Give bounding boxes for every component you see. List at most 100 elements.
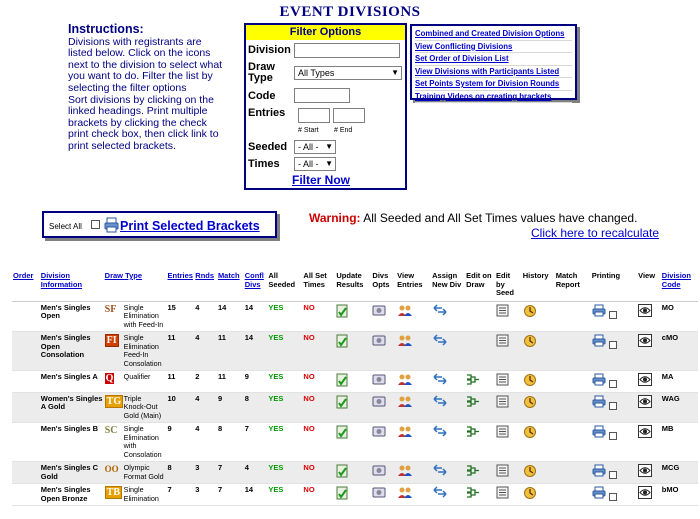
- division-options-icon[interactable]: [372, 373, 386, 389]
- filter-now-button[interactable]: Filter Now: [292, 173, 350, 187]
- entries-end-input[interactable]: [333, 108, 365, 123]
- move-arrows-icon[interactable]: [432, 425, 448, 440]
- seeded-select[interactable]: - All - ▼: [294, 140, 336, 154]
- update-results-icon[interactable]: [336, 425, 349, 442]
- table-row: Men's Singles Open SF Single Elimination w…: [12, 301, 698, 332]
- people-icon[interactable]: [397, 304, 413, 320]
- people-icon[interactable]: [397, 395, 413, 411]
- eye-icon[interactable]: [638, 334, 653, 350]
- header-division-information[interactable]: Division Information: [39, 271, 104, 302]
- eye-icon[interactable]: [638, 373, 653, 389]
- eye-icon[interactable]: [638, 486, 653, 502]
- chevron-down-icon: ▼: [325, 159, 333, 168]
- seed-edit-icon[interactable]: [496, 425, 509, 441]
- rnds-value: 2: [195, 372, 200, 381]
- bracket-draw-icon[interactable]: [466, 464, 480, 480]
- seed-edit-icon[interactable]: [496, 304, 509, 320]
- print-checkbox[interactable]: [608, 380, 617, 389]
- link-view-conflicting-divisions[interactable]: View Conflicting Divisions: [415, 41, 572, 53]
- link-combined-created-options[interactable]: Combined and Created Division Options: [415, 28, 572, 41]
- update-results-icon[interactable]: [336, 486, 349, 503]
- bracket-draw-icon[interactable]: [466, 486, 480, 502]
- print-checkbox[interactable]: [608, 310, 617, 319]
- update-results-icon[interactable]: [336, 373, 349, 390]
- header-division-code[interactable]: Division Code: [660, 271, 698, 302]
- print-checkbox[interactable]: [608, 401, 617, 410]
- entries-start-input[interactable]: [298, 108, 330, 123]
- history-icon[interactable]: [523, 486, 537, 503]
- history-icon[interactable]: [523, 425, 537, 442]
- header-draw-type[interactable]: Draw Type: [103, 271, 167, 302]
- history-icon[interactable]: [523, 334, 537, 351]
- division-options-icon[interactable]: [372, 486, 386, 502]
- division-options-icon[interactable]: [372, 464, 386, 480]
- bracket-draw-icon[interactable]: [466, 373, 480, 389]
- move-arrows-icon[interactable]: [432, 303, 448, 319]
- printer-icon[interactable]: [592, 304, 606, 320]
- division-filter-input[interactable]: [294, 43, 400, 58]
- print-checkbox[interactable]: [608, 341, 617, 350]
- division-options-icon[interactable]: [372, 395, 386, 411]
- people-icon[interactable]: [397, 464, 413, 480]
- header-rnds[interactable]: Rnds: [194, 271, 217, 302]
- header-match[interactable]: Match: [216, 271, 244, 302]
- seed-edit-icon[interactable]: [496, 395, 509, 411]
- all-seeded-value: YES: [268, 302, 284, 312]
- header-order[interactable]: Order: [12, 271, 40, 302]
- division-options-icon[interactable]: [372, 304, 386, 320]
- seed-edit-icon[interactable]: [496, 464, 509, 480]
- division-options-icon[interactable]: [372, 425, 386, 441]
- bracket-draw-icon[interactable]: [466, 395, 480, 411]
- update-results-icon[interactable]: [336, 304, 349, 321]
- print-checkbox[interactable]: [608, 432, 617, 441]
- all-seeded-value: YES: [268, 485, 284, 494]
- seed-edit-icon[interactable]: [496, 373, 509, 389]
- history-icon[interactable]: [523, 304, 537, 321]
- printer-icon[interactable]: [104, 217, 119, 238]
- people-icon[interactable]: [397, 373, 413, 389]
- header-entries[interactable]: Entries: [166, 271, 195, 302]
- recalculate-link[interactable]: Click here to recalculate: [531, 226, 659, 240]
- eye-icon[interactable]: [638, 394, 653, 411]
- move-arrows-icon[interactable]: [432, 334, 448, 349]
- move-arrows-icon[interactable]: [432, 373, 448, 388]
- seed-edit-icon[interactable]: [496, 486, 509, 502]
- draw-type-select[interactable]: All Types ▼: [294, 66, 402, 80]
- printer-icon[interactable]: [592, 425, 606, 441]
- people-icon[interactable]: [397, 334, 413, 350]
- printer-icon[interactable]: [592, 486, 606, 502]
- print-checkbox[interactable]: [608, 493, 617, 502]
- link-set-points-system[interactable]: Set Points System for Division Rounds: [415, 78, 572, 91]
- printer-icon[interactable]: [592, 395, 606, 411]
- move-arrows-icon[interactable]: [432, 486, 448, 501]
- eye-icon[interactable]: [638, 464, 653, 480]
- people-icon[interactable]: [397, 486, 413, 502]
- printer-icon[interactable]: [592, 334, 606, 350]
- printer-icon[interactable]: [592, 373, 606, 389]
- history-icon[interactable]: [523, 464, 537, 481]
- eye-icon[interactable]: [638, 303, 653, 320]
- printer-icon[interactable]: [592, 464, 606, 480]
- move-arrows-icon[interactable]: [432, 394, 448, 410]
- bracket-draw-icon[interactable]: [466, 425, 480, 441]
- update-results-icon[interactable]: [336, 395, 349, 412]
- header-confl-divs[interactable]: Confl Divs: [243, 271, 268, 302]
- history-icon[interactable]: [523, 373, 537, 390]
- print-checkbox[interactable]: [608, 471, 617, 480]
- select-all-checkbox[interactable]: [91, 220, 100, 229]
- times-select[interactable]: - All - ▼: [294, 157, 336, 171]
- people-icon[interactable]: [397, 425, 413, 441]
- all-seeded-value: YES: [268, 393, 284, 403]
- division-options-icon[interactable]: [372, 334, 386, 350]
- link-training-videos[interactable]: Training Videos on creating brackets: [415, 91, 572, 103]
- move-arrows-icon[interactable]: [432, 464, 448, 479]
- code-filter-input[interactable]: [294, 88, 350, 103]
- link-view-divisions-participants[interactable]: View Divisions with Participants Listed: [415, 66, 572, 78]
- print-selected-brackets-link[interactable]: Print Selected Brackets: [120, 219, 260, 233]
- link-set-order-division-list[interactable]: Set Order of Division List: [415, 53, 572, 66]
- eye-icon[interactable]: [638, 425, 653, 441]
- update-results-icon[interactable]: [336, 464, 349, 481]
- seed-edit-icon[interactable]: [496, 334, 509, 350]
- update-results-icon[interactable]: [336, 334, 349, 351]
- history-icon[interactable]: [523, 395, 537, 412]
